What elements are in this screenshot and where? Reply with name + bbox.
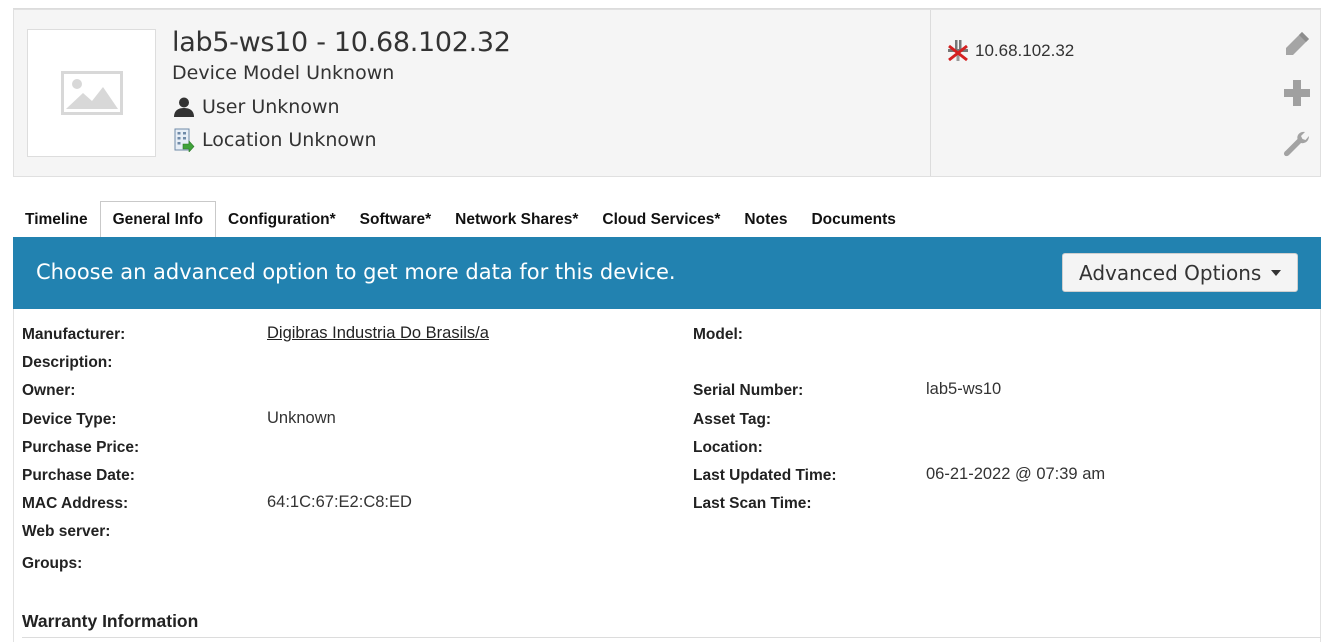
advanced-options-banner: Choose an advanced option to get more da… [13,237,1321,309]
tab-software[interactable]: Software* [348,203,444,237]
network-disconnected-icon [945,39,971,63]
image-placeholder-icon [60,71,123,115]
caret-down-icon [1271,270,1281,276]
last-updated-label: Last Updated Time: [693,467,837,484]
plus-icon [1284,80,1310,106]
top-strip [13,0,1321,9]
advanced-options-button[interactable]: Advanced Options [1062,253,1298,292]
pencil-icon [1286,32,1309,55]
building-location-icon [172,128,196,152]
device-photo-placeholder[interactable] [27,29,156,157]
edit-button[interactable] [1281,28,1313,60]
device-network-panel: 10.68.102.32 [930,10,1320,176]
device-summary: lab5-ws10 - 10.68.102.32 Device Model Un… [14,10,930,176]
tools-button[interactable] [1281,128,1313,160]
add-button[interactable] [1281,77,1313,109]
manufacturer-link[interactable]: Digibras Industria Do Brasils/a [267,324,489,343]
device-header: lab5-ws10 - 10.68.102.32 Device Model Un… [13,9,1321,177]
purchase-date-label: Purchase Date: [22,467,135,484]
device-type-label: Device Type: [22,411,117,428]
purchase-price-label: Purchase Price: [22,439,140,456]
tab-configuration[interactable]: Configuration* [216,203,348,237]
tab-network-shares[interactable]: Network Shares* [443,203,590,237]
tab-documents[interactable]: Documents [799,203,907,237]
tab-cloud-services[interactable]: Cloud Services* [590,203,732,237]
wrench-icon [1283,131,1309,157]
web-server-label: Web server: [22,523,111,540]
banner-message: Choose an advanced option to get more da… [36,260,676,284]
tab-general-info[interactable]: General Info [99,201,217,238]
device-model: Device Model Unknown [172,62,395,84]
tab-notes[interactable]: Notes [732,203,799,237]
warranty-heading: Warranty Information [22,611,199,631]
device-user[interactable]: User Unknown [172,95,340,119]
last-updated-value: 06-21-2022 @ 07:39 am [926,465,1106,483]
description-label: Description: [22,354,113,371]
content-border-right [1320,309,1321,642]
device-tabs: Timeline General Info Configuration* Sof… [13,200,1321,238]
serial-number-value: lab5-ws10 [926,380,1002,398]
ip-address-row: 10.68.102.32 [945,39,1074,63]
owner-label: Owner: [22,382,76,399]
advanced-options-label: Advanced Options [1079,260,1262,285]
location-label: Location: [693,439,763,456]
user-icon [172,95,196,119]
warranty-divider [22,637,1321,638]
content-border-left [13,309,14,642]
device-location[interactable]: Location Unknown [172,128,377,152]
device-user-label: User Unknown [202,96,340,118]
serial-number-label: Serial Number: [693,382,804,399]
device-type-value: Unknown [267,409,336,427]
ip-address: 10.68.102.32 [975,41,1075,60]
device-title: lab5-ws10 - 10.68.102.32 [172,27,511,58]
last-scan-label: Last Scan Time: [693,495,812,512]
mac-address-value: 64:1C:67:E2:C8:ED [267,493,412,511]
manufacturer-label: Manufacturer: [22,326,126,343]
device-location-label: Location Unknown [202,129,377,151]
tab-timeline[interactable]: Timeline [13,203,100,237]
mac-address-label: MAC Address: [22,495,129,512]
asset-tag-label: Asset Tag: [693,411,772,428]
model-label: Model: [693,326,743,343]
groups-label: Groups: [22,555,83,572]
